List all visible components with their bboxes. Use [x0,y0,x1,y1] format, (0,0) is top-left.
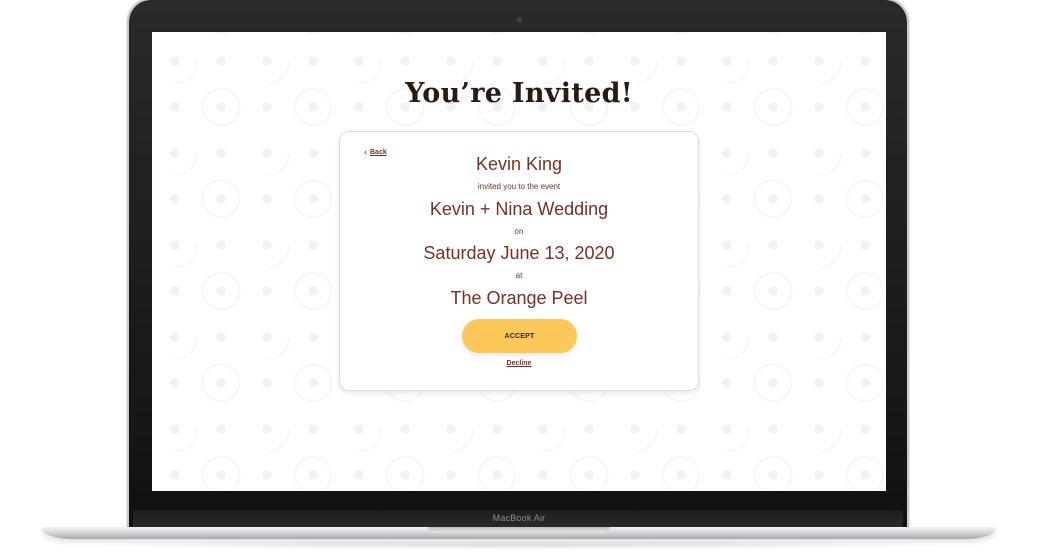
event-name: Kevin + Nina Wedding [429,199,609,219]
accept-button[interactable]: ACCEPT [462,319,577,353]
invited-text: invited you to the event [477,182,561,191]
laptop-mockup: MacBook Air You’re Invited! ‹ Back Kevin… [0,0,1038,558]
invite-card: ‹ Back Kevin King invited you to the eve… [339,131,699,391]
camera-dot [517,17,522,22]
event-venue: The Orange Peel [450,288,588,308]
at-text: at [515,271,523,280]
screen: You’re Invited! ‹ Back Kevin King invite… [152,32,886,491]
decline-link[interactable]: Decline [340,360,698,367]
host-name: Kevin King [475,154,563,174]
page-title: You’re Invited! [405,78,633,109]
device-label: MacBook Air [492,513,546,523]
base-notch [428,527,610,533]
event-date: Saturday June 13, 2020 [423,243,615,263]
on-text: on [514,227,524,236]
laptop-shadow [80,540,958,550]
bottom-bezel [131,491,905,511]
